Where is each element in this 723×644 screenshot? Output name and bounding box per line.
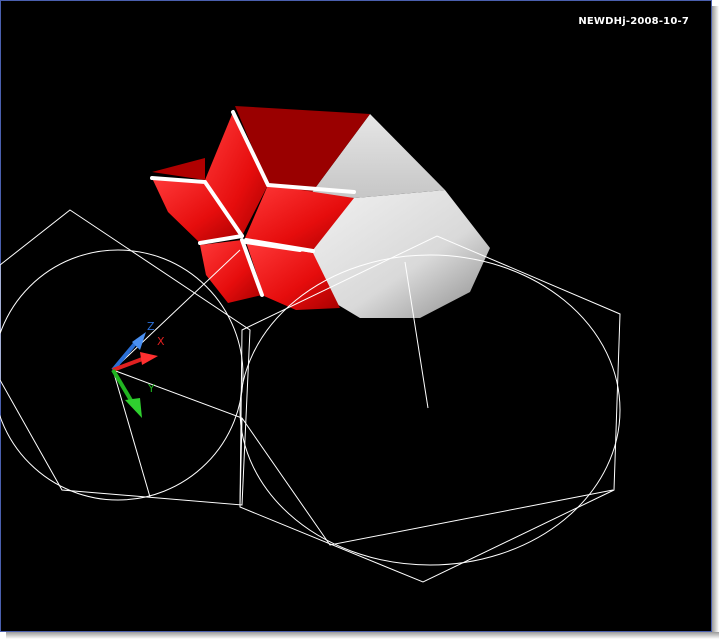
solid-body[interactable] (150, 106, 490, 318)
ucs-y-arrowhead (125, 398, 142, 418)
left-circle (0, 249, 244, 501)
construction-line-2 (112, 249, 241, 371)
ucs-z-label: Z (147, 320, 155, 333)
ucs-icon[interactable]: Z X Y (111, 320, 165, 418)
ucs-x-arrowhead (140, 352, 158, 365)
ucs-x-label: X (157, 335, 165, 348)
viewport-scene[interactable]: Z X Y (0, 0, 712, 632)
frame-shadow-bottom (6, 632, 719, 639)
ucs-y-axis (111, 368, 134, 404)
ucs-y-label: Y (147, 382, 155, 395)
construction-line-1 (112, 369, 614, 546)
construction-line-3 (112, 369, 151, 498)
frame-shadow-right (712, 6, 719, 638)
